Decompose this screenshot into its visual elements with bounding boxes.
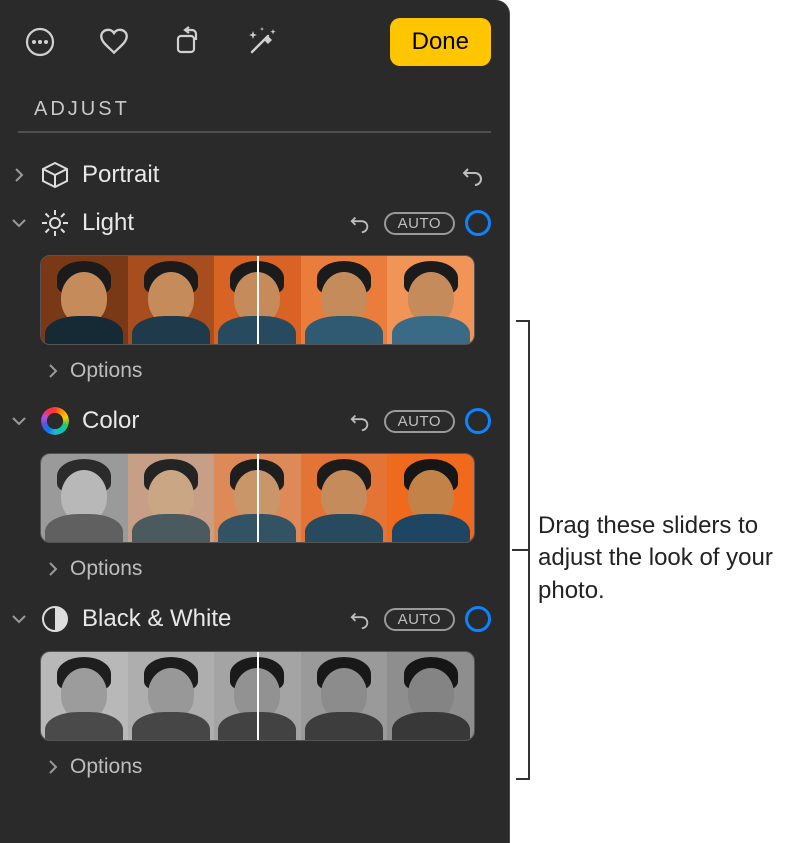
adjust-row-portrait[interactable]: Portrait xyxy=(0,151,509,199)
slider-thumb xyxy=(128,652,215,740)
options-row-bw[interactable]: Options xyxy=(0,749,509,793)
chevron-right-icon xyxy=(44,758,62,776)
options-row-light[interactable]: Options xyxy=(0,353,509,397)
auto-enhance-button[interactable] xyxy=(240,20,284,64)
chevron-right-icon xyxy=(10,166,28,184)
more-options-button[interactable] xyxy=(18,20,62,64)
bw-contrast-icon xyxy=(38,602,72,636)
light-icon xyxy=(38,206,72,240)
slider-thumb xyxy=(128,256,215,344)
options-label: Options xyxy=(70,755,142,779)
editor-toolbar: Done xyxy=(0,0,509,80)
chevron-right-icon xyxy=(44,560,62,578)
undo-button[interactable] xyxy=(346,209,374,237)
light-slider[interactable] xyxy=(40,255,475,345)
slider-thumb xyxy=(41,454,128,542)
slider-thumb xyxy=(41,652,128,740)
adjust-row-color[interactable]: Color AUTO xyxy=(0,397,509,445)
undo-button[interactable] xyxy=(346,605,374,633)
adjust-label: Black & White xyxy=(82,605,336,633)
slider-thumb xyxy=(301,652,388,740)
slider-handle[interactable] xyxy=(257,256,259,344)
chevron-down-icon xyxy=(10,214,28,232)
status-indicator[interactable] xyxy=(465,210,491,236)
color-ring-icon xyxy=(38,404,72,438)
slider-thumb xyxy=(387,454,474,542)
adjust-label: Color xyxy=(82,407,336,435)
bw-slider[interactable] xyxy=(40,651,475,741)
color-slider[interactable] xyxy=(40,453,475,543)
adjust-panel: Done ADJUST Portrait xyxy=(0,0,510,843)
chevron-down-icon xyxy=(10,610,28,628)
slider-handle[interactable] xyxy=(257,652,259,740)
done-button[interactable]: Done xyxy=(390,18,491,66)
section-title: ADJUST xyxy=(0,80,509,131)
chevron-down-icon xyxy=(10,412,28,430)
undo-button[interactable] xyxy=(346,407,374,435)
slider-thumb xyxy=(387,256,474,344)
slider-thumb xyxy=(301,454,388,542)
divider xyxy=(18,131,491,133)
slider-thumb xyxy=(387,652,474,740)
slider-thumb xyxy=(301,256,388,344)
chevron-right-icon xyxy=(44,362,62,380)
rotate-button[interactable] xyxy=(166,20,210,64)
adjust-label: Light xyxy=(82,209,336,237)
adjust-row-bw[interactable]: Black & White AUTO xyxy=(0,595,509,643)
slider-handle[interactable] xyxy=(257,454,259,542)
cube-icon xyxy=(38,158,72,192)
callout-tick xyxy=(512,549,530,551)
favorite-button[interactable] xyxy=(92,20,136,64)
options-label: Options xyxy=(70,557,142,581)
callout-text: Drag these sliders to adjust the look of… xyxy=(538,510,786,607)
adjust-row-light[interactable]: Light AUTO xyxy=(0,199,509,247)
slider-thumb xyxy=(41,256,128,344)
undo-button[interactable] xyxy=(459,161,487,189)
auto-button[interactable]: AUTO xyxy=(384,410,455,433)
status-indicator[interactable] xyxy=(465,606,491,632)
slider-thumb xyxy=(128,454,215,542)
options-label: Options xyxy=(70,359,142,383)
auto-button[interactable]: AUTO xyxy=(384,608,455,631)
status-indicator[interactable] xyxy=(465,408,491,434)
adjust-label: Portrait xyxy=(82,161,449,189)
auto-button[interactable]: AUTO xyxy=(384,212,455,235)
options-row-color[interactable]: Options xyxy=(0,551,509,595)
